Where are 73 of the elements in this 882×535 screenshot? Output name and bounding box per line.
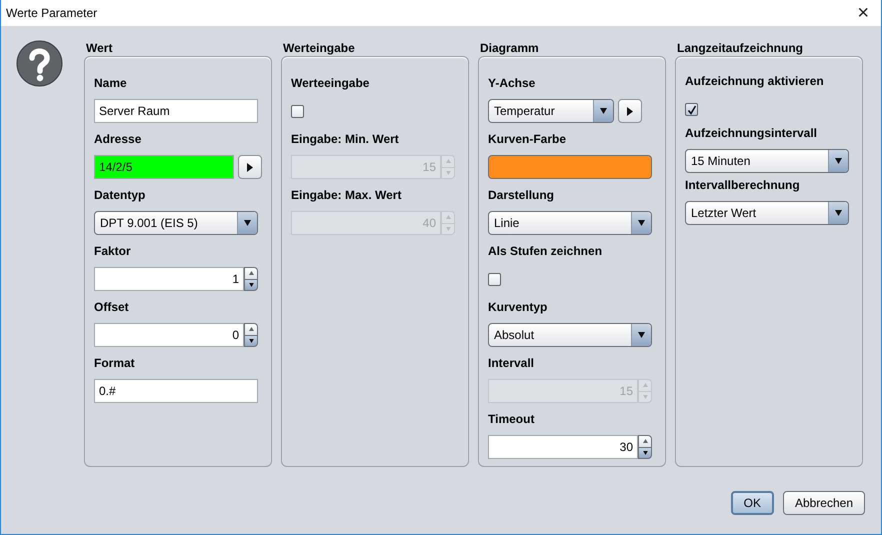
checkbox[interactable]	[488, 273, 501, 286]
caret-up-icon	[642, 383, 648, 388]
number-field[interactable]: 0	[94, 323, 244, 347]
number-field[interactable]: 30	[488, 435, 638, 459]
field-label: Aufzeichnung aktivieren	[685, 73, 824, 89]
field-label: Timeout	[488, 411, 534, 427]
dropdown[interactable]: Absolut	[488, 323, 652, 347]
spin-down-button[interactable]	[244, 334, 258, 347]
field-label: Format	[94, 355, 135, 371]
cancel-button[interactable]: Abbrechen	[782, 491, 865, 515]
dropdown[interactable]: Linie	[488, 211, 652, 235]
caret-down-icon	[244, 220, 251, 226]
caret-down-icon	[642, 394, 648, 399]
field-label: Datentyp	[94, 187, 146, 203]
caret-down-icon	[248, 338, 254, 343]
spin-down-button[interactable]	[244, 278, 258, 291]
field-label: Werteeingabe	[291, 75, 370, 91]
field-label: Offset	[94, 299, 129, 315]
caret-up-icon	[446, 159, 450, 164]
caret-down-icon	[446, 170, 450, 175]
field-label: Y-Achse	[488, 75, 536, 91]
play-icon	[627, 106, 633, 116]
caret-down-icon	[600, 108, 607, 114]
panel-title: Wert	[86, 40, 114, 56]
field-label: Intervall	[488, 355, 534, 371]
field-label: Eingabe: Max. Wert	[291, 187, 402, 203]
number-field[interactable]: 1	[94, 267, 244, 291]
panel-title: Diagramm	[480, 40, 540, 56]
window-title: Werte Parameter	[6, 5, 98, 22]
spin-up-button[interactable]	[244, 267, 258, 278]
checkbox[interactable]	[291, 105, 304, 118]
play-button[interactable]	[238, 155, 262, 179]
field-label: Aufzeichnungsintervall	[685, 125, 818, 141]
dropdown[interactable]: Letzter Wert	[685, 201, 849, 225]
spin-down-button[interactable]	[638, 446, 652, 459]
field-label: Adresse	[94, 131, 142, 147]
panel-title: Werteingabe	[283, 40, 356, 56]
text-field[interactable]: 0.#	[94, 379, 258, 403]
ok-button[interactable]: OK	[730, 491, 774, 515]
help-icon	[16, 40, 63, 87]
caret-up-icon	[248, 327, 254, 332]
dropdown[interactable]: 15 Minuten	[685, 149, 849, 173]
caret-down-icon	[642, 450, 648, 455]
caret-down-icon	[835, 210, 842, 216]
caret-up-icon	[248, 271, 254, 276]
text-field[interactable]: Server Raum	[94, 99, 258, 123]
caret-up-icon	[446, 215, 450, 220]
field-label: Faktor	[94, 243, 131, 259]
play-button[interactable]	[618, 99, 642, 123]
color-swatch[interactable]	[488, 155, 652, 179]
close-button[interactable]: ×	[851, 3, 875, 23]
field-label: Name	[94, 75, 127, 91]
panel-title: Langzeitaufzeichnung	[677, 40, 804, 56]
caret-down-icon	[638, 332, 645, 338]
field-label: Eingabe: Min. Wert	[291, 131, 399, 147]
caret-up-icon	[642, 439, 648, 444]
dropdown[interactable]: DPT 9.001 (EIS 5)	[94, 211, 258, 235]
spin-up-button[interactable]	[244, 323, 258, 334]
caret-down-icon	[446, 226, 450, 231]
caret-down-icon	[248, 282, 254, 287]
field-label: Kurventyp	[488, 299, 548, 315]
dropdown[interactable]: Temperatur	[488, 99, 614, 123]
caret-down-icon	[638, 220, 645, 226]
field-label: Darstellung	[488, 187, 554, 203]
checkbox[interactable]	[685, 103, 698, 116]
field-label: Kurven-Farbe	[488, 131, 566, 147]
caret-down-icon	[835, 158, 842, 164]
check-icon	[686, 104, 696, 114]
text-field[interactable]: 14/2/5	[94, 155, 234, 179]
field-label: Intervallberechnung	[685, 177, 800, 193]
play-icon	[247, 162, 253, 172]
spin-up-button[interactable]	[638, 435, 652, 446]
field-label: Als Stufen zeichnen	[488, 243, 602, 259]
